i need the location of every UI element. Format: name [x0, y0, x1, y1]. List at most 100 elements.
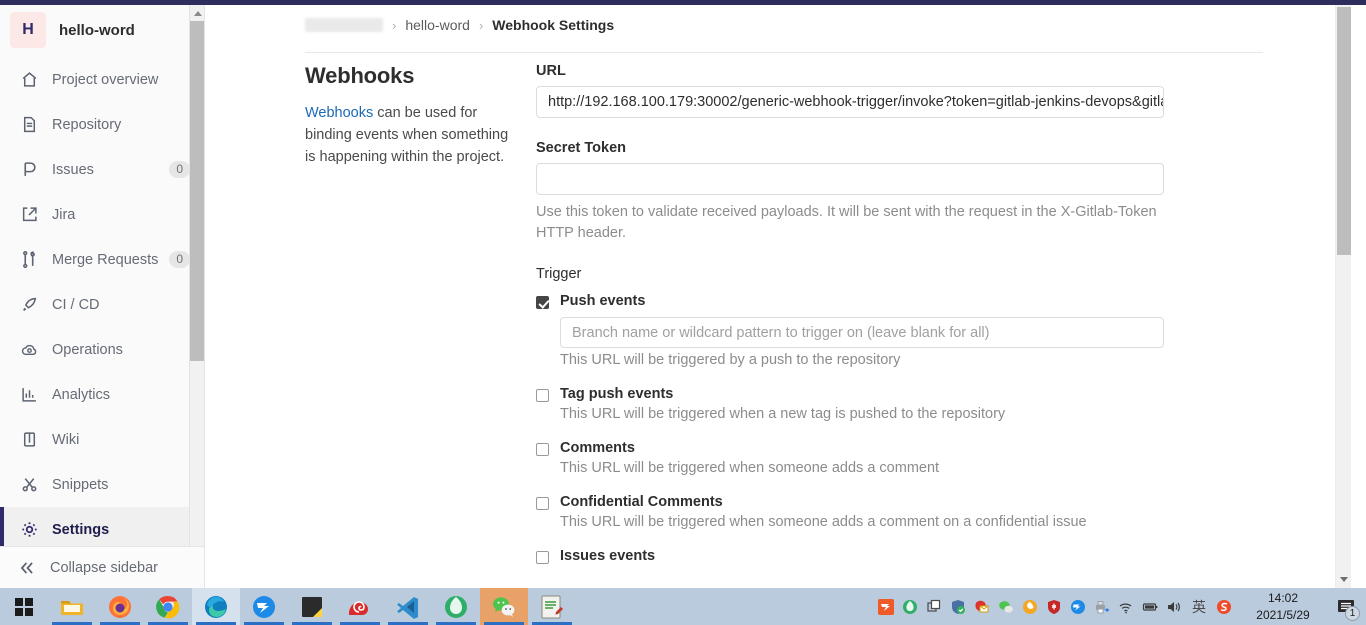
page-scroll-thumb[interactable]	[1337, 7, 1351, 255]
secret-token-help: Use this token to validate received payl…	[536, 204, 1157, 241]
wechat-icon	[493, 596, 515, 617]
secret-token-input[interactable]	[536, 163, 1164, 195]
gitlab-page: H hello-word Project overview Repository	[0, 5, 1366, 588]
taskbar-editor[interactable]	[528, 588, 576, 625]
page-scrollbar[interactable]	[1335, 5, 1351, 588]
sidebar-item-issues[interactable]: Issues 0	[0, 147, 204, 192]
tag-push-events-checkbox[interactable]	[536, 389, 549, 402]
sogou-icon[interactable]	[1212, 588, 1236, 625]
taskbar-file-explorer[interactable]	[48, 588, 96, 625]
tag-push-events-label[interactable]: Tag push events	[560, 386, 673, 402]
ime-indicator[interactable]: 英	[1186, 597, 1212, 617]
orange-arrow-icon[interactable]	[874, 588, 898, 625]
notification-center-button[interactable]: 1	[1326, 588, 1366, 625]
edge-icon	[205, 595, 227, 618]
taskbar-wechat[interactable]	[480, 588, 528, 625]
sidebar-item-label: Repository	[52, 116, 122, 133]
mail-icon[interactable]	[970, 588, 994, 625]
breadcrumb: › hello-word › Webhook Settings	[206, 5, 1351, 45]
flame-icon[interactable]	[1018, 588, 1042, 625]
sidebar-item-label: Jira	[52, 206, 76, 223]
project-sidebar: H hello-word Project overview Repository	[0, 5, 205, 588]
screen: H hello-word Project overview Repository	[0, 0, 1366, 625]
sidebar-item-project-overview[interactable]: Project overview	[0, 57, 204, 102]
collapse-sidebar-button[interactable]: Collapse sidebar	[0, 546, 204, 588]
project-header[interactable]: H hello-word	[0, 5, 204, 57]
push-events-checkbox[interactable]	[536, 296, 549, 309]
breadcrumb-separator: ›	[478, 17, 484, 33]
webhooks-description: Webhooks can be used for binding events …	[305, 102, 511, 168]
confidential-comments-label[interactable]: Confidential Comments	[560, 494, 723, 510]
push-events-label[interactable]: Push events	[560, 293, 645, 309]
trigger-comments-row[interactable]: Comments	[536, 440, 1176, 456]
navicat-icon	[445, 595, 467, 618]
taskbar-xunlei[interactable]	[240, 588, 288, 625]
rocket-icon	[20, 296, 38, 314]
page-scroll-down-arrow[interactable]	[1336, 572, 1351, 587]
confidential-comments-checkbox[interactable]	[536, 497, 549, 510]
tag-push-events-help: This URL will be triggered when a new ta…	[560, 406, 1006, 422]
taskbar-vscode[interactable]	[384, 588, 432, 625]
browser-top-strip	[0, 0, 1366, 5]
sidebar-item-label: Operations	[52, 341, 123, 358]
windows-taskbar: 英 14:02 2021/5/29 1	[0, 588, 1366, 625]
gear-icon	[20, 521, 38, 539]
taskbar-snail-browser[interactable]	[336, 588, 384, 625]
antivirus-icon[interactable]	[1042, 588, 1066, 625]
trigger-confidential-comments-row[interactable]: Confidential Comments	[536, 494, 1176, 510]
sidebar-item-ci-cd[interactable]: CI / CD	[0, 282, 204, 327]
xunlei-tray-icon[interactable]	[1066, 588, 1090, 625]
sidebar-badge-issues: 0	[169, 161, 190, 178]
sidebar-item-snippets[interactable]: Snippets	[0, 462, 204, 507]
trigger-tag-push-events-row[interactable]: Tag push events	[536, 386, 1176, 402]
taskbar-firefox[interactable]	[96, 588, 144, 625]
issues-events-checkbox[interactable]	[536, 551, 549, 564]
push-events-help: This URL will be triggered by a push to …	[560, 352, 901, 368]
sidebar-scroll-up-arrow[interactable]	[190, 5, 204, 21]
security-shield-icon[interactable]	[946, 588, 970, 625]
notification-count-badge: 1	[1345, 606, 1360, 621]
comments-label[interactable]: Comments	[560, 440, 635, 456]
sidebar-item-wiki[interactable]: Wiki	[0, 417, 204, 462]
taskbar-edge[interactable]	[192, 588, 240, 625]
trigger-issues-events-row[interactable]: Issues events	[536, 548, 1176, 564]
url-input[interactable]: http://192.168.100.179:30002/generic-web…	[536, 86, 1164, 118]
sidebar-item-repository[interactable]: Repository	[0, 102, 204, 147]
window-copy-icon[interactable]	[922, 588, 946, 625]
trigger-section-label: Trigger	[536, 266, 582, 282]
breadcrumb-project-link[interactable]: hello-word	[405, 17, 470, 33]
scissors-icon	[20, 476, 38, 494]
trigger-push-events-row[interactable]: Push events	[536, 293, 1176, 309]
taskbar-app-list	[48, 588, 576, 625]
push-branch-input[interactable]: Branch name or wildcard pattern to trigg…	[560, 317, 1164, 348]
taskbar-notepad[interactable]	[288, 588, 336, 625]
sidebar-item-label: Settings	[52, 521, 110, 538]
wechat-tray-icon[interactable]	[994, 588, 1018, 625]
issues-events-label[interactable]: Issues events	[560, 548, 655, 564]
volume-icon[interactable]	[1162, 588, 1186, 625]
start-button[interactable]	[0, 588, 48, 625]
printer-icon[interactable]	[1090, 588, 1114, 625]
battery-icon[interactable]	[1138, 588, 1162, 625]
taskbar-navicat[interactable]	[432, 588, 480, 625]
url-label: URL	[536, 63, 566, 79]
sidebar-scroll-thumb[interactable]	[190, 21, 204, 361]
editor-icon	[541, 595, 563, 618]
comments-help: This URL will be triggered when someone …	[560, 460, 940, 476]
webhooks-doc-link[interactable]: Webhooks	[305, 105, 373, 121]
sidebar-item-merge-requests[interactable]: Merge Requests 0	[0, 237, 204, 282]
main-content: › hello-word › Webhook Settings Webhooks…	[206, 5, 1351, 588]
webhooks-settings-row: Webhooks Webhooks can be used for bindin…	[206, 63, 1351, 564]
navicat-tray-icon[interactable]	[898, 588, 922, 625]
breadcrumb-group-redacted[interactable]	[305, 18, 383, 32]
taskbar-clock[interactable]: 14:02 2021/5/29	[1240, 590, 1326, 624]
sidebar-item-jira[interactable]: Jira	[0, 192, 204, 237]
sidebar-item-operations[interactable]: Operations	[0, 327, 204, 372]
wifi-icon[interactable]	[1114, 588, 1138, 625]
sidebar-scrollbar[interactable]	[189, 5, 204, 588]
external-link-icon	[20, 206, 38, 224]
taskbar-chrome[interactable]	[144, 588, 192, 625]
comments-checkbox[interactable]	[536, 443, 549, 456]
sidebar-item-analytics[interactable]: Analytics	[0, 372, 204, 417]
firefox-icon	[109, 595, 131, 618]
